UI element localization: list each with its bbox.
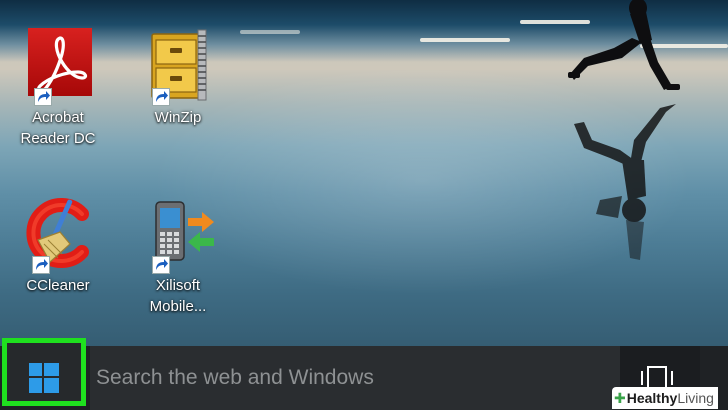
shortcut-arrow-icon	[152, 256, 170, 274]
icon-label: WinZip	[154, 109, 202, 126]
desktop-icon-xilisoft[interactable]: Xilisoft Mobile...	[128, 196, 228, 318]
icon-label: Xilisoft	[155, 277, 201, 294]
icon-label: Acrobat	[32, 109, 84, 126]
icon-label: Mobile...	[149, 298, 207, 315]
shortcut-arrow-icon	[152, 88, 170, 106]
watermark-brand: Healthy	[626, 390, 678, 406]
shortcut-arrow-icon	[32, 256, 50, 274]
desktop-background: Acrobat Reader DC WinZip CCleaner Xiliso…	[0, 0, 728, 346]
watermark-brand-suffix: Living	[677, 390, 714, 406]
search-placeholder: Search the web and Windows	[96, 366, 374, 389]
icon-label: CCleaner	[26, 277, 90, 294]
ccleaner-icon	[20, 196, 96, 274]
watermark-badge: ✚HealthyLiving	[612, 387, 718, 409]
winzip-cabinet-icon	[140, 28, 216, 106]
search-box[interactable]: Search the web and Windows	[90, 346, 620, 410]
plus-icon: ✚	[614, 390, 626, 406]
runner-silhouette	[568, 0, 680, 260]
desktop-icon-winzip[interactable]: WinZip	[128, 28, 228, 129]
shortcut-arrow-icon	[34, 88, 52, 106]
desktop-icon-ccleaner[interactable]: CCleaner	[8, 196, 108, 297]
wave-foam	[240, 30, 300, 34]
desktop-icon-acrobat[interactable]: Acrobat Reader DC	[8, 28, 108, 150]
wave-foam	[420, 38, 510, 42]
xilisoft-phone-icon	[140, 196, 216, 274]
start-button[interactable]	[2, 338, 86, 406]
windows-logo-icon	[29, 363, 59, 393]
icon-label: Reader DC	[20, 130, 96, 147]
adobe-acrobat-icon	[20, 28, 96, 106]
